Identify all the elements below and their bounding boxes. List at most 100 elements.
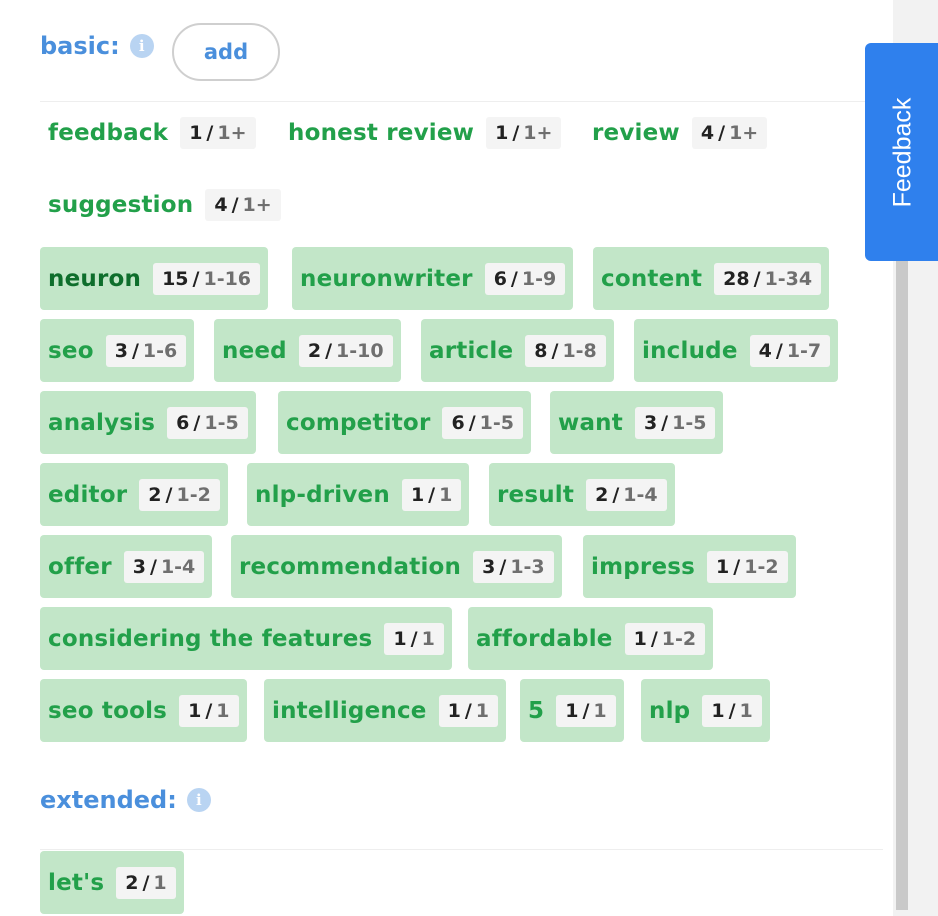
term-count: 1/1 [401, 478, 462, 511]
term-count: 1/1-2 [624, 622, 706, 655]
term-tag[interactable]: editor 2/1-2 [40, 463, 228, 526]
term-label: neuronwriter [300, 265, 473, 292]
term-range: 1-5 [672, 411, 707, 434]
term-tag[interactable]: include 4/1-7 [634, 319, 839, 382]
term-tag[interactable]: nlp-driven 1/1 [247, 463, 470, 526]
term-range: 1-5 [479, 411, 514, 434]
term-tag[interactable]: impress 1/1-2 [583, 535, 796, 598]
term-used-count: 1 [716, 555, 730, 578]
term-count: 4/1-7 [749, 334, 831, 367]
term-label: article [429, 337, 514, 364]
term-used-count: 6 [176, 411, 190, 434]
term-used-count: 1 [189, 121, 203, 144]
term-range: 1+ [217, 121, 247, 144]
term-used-count: 4 [758, 339, 772, 362]
term-range: 1-10 [336, 339, 384, 362]
divider [40, 849, 883, 850]
term-range: 1-2 [661, 627, 697, 650]
basic-section-heading: basic: i [40, 32, 154, 60]
term-used-count: 6 [451, 411, 465, 434]
term-tag[interactable]: nlp 1/1 [641, 679, 770, 742]
term-tag[interactable]: review 4/1+ [584, 101, 775, 164]
terms-panel: basic: i add feedback 1/1+ honest review… [0, 0, 893, 916]
term-range: 1-5 [204, 411, 239, 434]
term-label: honest review [288, 119, 475, 146]
term-range: 1-7 [786, 339, 822, 362]
term-tag[interactable]: need 2/1-10 [214, 319, 401, 382]
term-tag[interactable]: honest review 1/1+ [280, 101, 569, 164]
term-range: 1-4 [623, 483, 658, 506]
term-count: 1/1 [702, 694, 762, 727]
term-range: 1-3 [510, 555, 545, 578]
term-label: 5 [528, 697, 545, 724]
term-range: 1 [475, 699, 489, 722]
term-tag[interactable]: competitor 6/1-5 [278, 391, 531, 454]
info-icon[interactable]: i [186, 788, 211, 812]
term-label: result [497, 481, 575, 508]
term-label: let's [48, 869, 105, 896]
add-button[interactable]: add [172, 23, 280, 81]
term-tag[interactable]: offer 3/1-4 [40, 535, 213, 598]
scrollbar-thumb[interactable] [896, 255, 908, 910]
term-used-count: 15 [162, 267, 189, 290]
term-label: seo [48, 337, 94, 364]
term-label: analysis [48, 409, 156, 436]
term-tag[interactable]: article 8/1-8 [421, 319, 614, 382]
term-count: 3/1-6 [105, 334, 187, 367]
term-label: nlp [649, 697, 691, 724]
term-range: 1 [439, 483, 453, 506]
term-count: 15/1-16 [153, 262, 261, 295]
term-used-count: 1 [565, 699, 579, 722]
term-count: 2/1-4 [586, 478, 667, 511]
term-range: 1-9 [521, 267, 557, 290]
term-label: nlp-driven [255, 481, 390, 508]
term-range: 1 [421, 627, 435, 650]
term-used-count: 4 [214, 193, 228, 216]
term-range: 1 [739, 699, 753, 722]
term-tag[interactable]: suggestion 4/1+ [40, 173, 289, 236]
term-tag[interactable]: intelligence 1/1 [264, 679, 506, 742]
term-tag[interactable]: neuronwriter 6/1-9 [292, 247, 574, 310]
term-count: 1/1 [179, 694, 239, 727]
term-range: 1 [216, 699, 230, 722]
term-tag[interactable]: let's 2/1 [40, 851, 184, 914]
feedback-tab[interactable]: Feedback [865, 43, 938, 261]
term-used-count: 3 [114, 339, 128, 362]
term-label: recommendation [239, 553, 462, 580]
term-count: 3/1-3 [473, 550, 554, 583]
term-used-count: 6 [493, 267, 507, 290]
term-count: 8/1-8 [525, 334, 606, 367]
term-used-count: 2 [595, 483, 609, 506]
term-tag[interactable]: seo tools 1/1 [40, 679, 247, 742]
info-icon[interactable]: i [129, 34, 154, 58]
term-count: 28/1-34 [714, 262, 822, 295]
term-tag[interactable]: seo 3/1-6 [40, 319, 195, 382]
term-range: 1-4 [160, 555, 196, 578]
term-tag[interactable]: result 2/1-4 [489, 463, 675, 526]
term-label: considering the features [48, 625, 373, 652]
term-tag[interactable]: recommendation 3/1-3 [231, 535, 562, 598]
term-tag[interactable]: affordable 1/1-2 [468, 607, 714, 670]
term-count: 1/1 [438, 694, 498, 727]
term-range: 1-16 [203, 267, 252, 290]
term-range: 1-8 [562, 339, 597, 362]
term-used-count: 28 [723, 267, 750, 290]
term-tag[interactable]: considering the features 1/1 [40, 607, 452, 670]
term-tag[interactable]: 5 1/1 [520, 679, 624, 742]
term-label: intelligence [272, 697, 427, 724]
term-count: 6/1-9 [484, 262, 566, 295]
term-tag[interactable]: content 28/1-34 [593, 247, 830, 310]
term-count: 2/1 [116, 866, 176, 899]
term-label: editor [48, 481, 128, 508]
term-used-count: 1 [393, 627, 407, 650]
term-tag[interactable]: want 3/1-5 [550, 391, 724, 454]
term-tag[interactable]: neuron 15/1-16 [40, 247, 269, 310]
term-tag[interactable]: feedback 1/1+ [40, 101, 264, 164]
term-range: 1-34 [764, 267, 813, 290]
term-count: 1/1+ [180, 116, 256, 149]
term-used-count: 3 [643, 411, 658, 434]
term-count: 1/1 [384, 622, 444, 655]
term-count: 4/1+ [205, 188, 281, 221]
term-tag[interactable]: analysis 6/1-5 [40, 391, 256, 454]
extended-heading-label: extended: [40, 786, 177, 814]
